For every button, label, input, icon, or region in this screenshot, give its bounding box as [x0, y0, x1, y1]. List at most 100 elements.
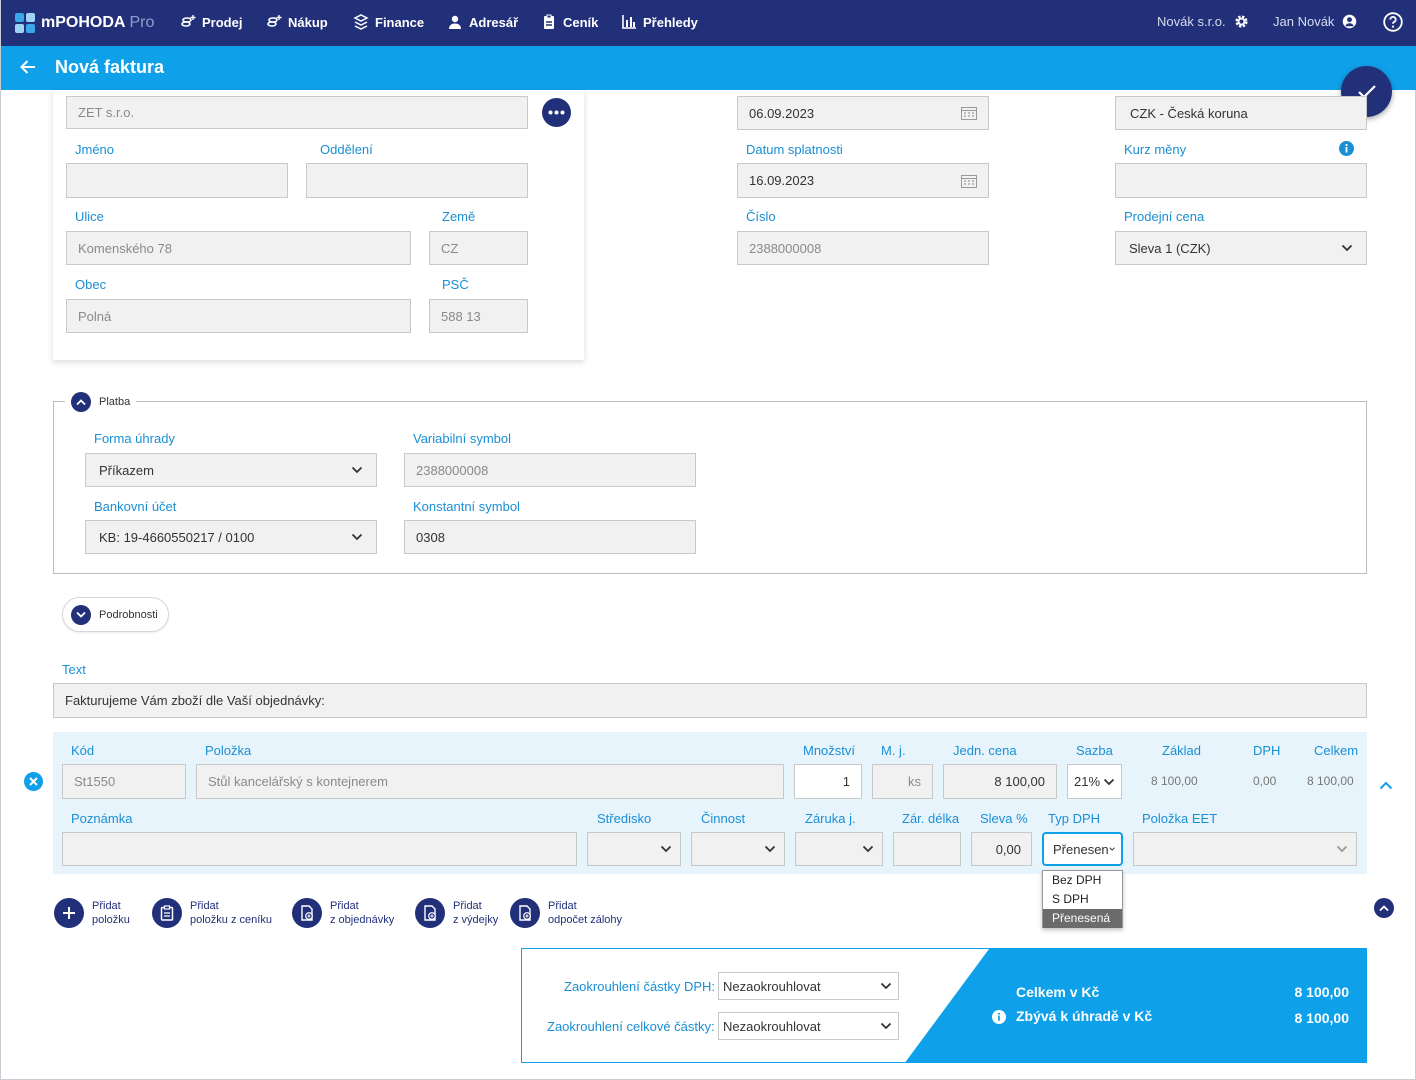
typ-dph-option-selected[interactable]: Přenesená [1043, 909, 1122, 928]
add-from-delivery-button[interactable]: Přidat z výdejky [415, 898, 498, 928]
mnozstvi-field[interactable]: 1 [794, 764, 862, 799]
kurz-field[interactable] [1115, 163, 1367, 198]
cena-label: Prodejní cena [1124, 209, 1205, 224]
celkem-label: Celkem v Kč [1016, 984, 1100, 1000]
podrobnosti-toggle[interactable]: Podrobnosti [62, 597, 169, 632]
forma-value: Příkazem [99, 462, 154, 478]
add-line1: Přidat [190, 900, 219, 912]
obec-field[interactable]: Polná [66, 299, 411, 333]
cislo-field[interactable]: 2388000008 [737, 231, 989, 265]
info-icon[interactable] [992, 1010, 1006, 1027]
document-plus-icon [292, 898, 322, 928]
poznamka-field[interactable] [62, 832, 577, 866]
page-title: Nová faktura [55, 57, 165, 77]
kod-field[interactable]: St1550 [62, 764, 186, 799]
nav-adresar[interactable]: Adresář [447, 14, 518, 30]
psc-label: PSČ [442, 277, 469, 292]
celkem-value: 8 100,00 [1307, 774, 1354, 788]
add-item-button[interactable]: Přidat položku [54, 898, 130, 928]
app-name: mPOHODA [41, 14, 126, 31]
stredisko-select[interactable] [587, 832, 681, 866]
prodejni-cena-select[interactable]: Sleva 1 (CZK) [1115, 231, 1367, 265]
page-header: Nová faktura [1, 46, 1416, 90]
datum-value: 06.09.2023 [749, 105, 815, 121]
rounding-total-select[interactable]: Nezaokrouhlovat [718, 1012, 899, 1040]
mena-field[interactable]: CZK - Česká koruna [1115, 96, 1367, 130]
ucet-label: Bankovní účet [94, 499, 177, 514]
polozka-eet-select[interactable] [1133, 832, 1357, 866]
nav-label: Adresář [469, 14, 519, 30]
chevron-down-icon [1341, 244, 1353, 252]
add-line2: položku z ceníku [190, 914, 272, 926]
sazba-select[interactable]: 21% [1067, 764, 1122, 799]
back-button[interactable] [19, 58, 37, 79]
zar-delka-field[interactable] [893, 832, 961, 866]
logo-icon [15, 13, 35, 33]
help-button[interactable] [1383, 12, 1403, 35]
nav-finance[interactable]: Finance [353, 14, 424, 30]
chevron-down-icon [862, 845, 874, 853]
col-sazba: Sazba [1076, 743, 1113, 758]
col-eet: Položka EET [1142, 811, 1218, 826]
col-zaklad: Základ [1162, 743, 1202, 758]
collapse-item-button[interactable] [1379, 778, 1393, 793]
app-edition: Pro [129, 14, 155, 31]
add-line1: Přidat [453, 900, 482, 912]
totals-background [905, 949, 1366, 1062]
add-from-pricelist-button[interactable]: Přidat položku z ceníku [152, 898, 272, 928]
jmeno-field[interactable] [66, 163, 288, 198]
remove-item-button[interactable] [24, 772, 43, 794]
help-icon [1383, 12, 1403, 32]
psc-field[interactable]: 588 13 [429, 299, 528, 333]
collapse-items-button[interactable] [1374, 898, 1394, 918]
add-advance-deduction-button[interactable]: Přidat odpočet zálohy [510, 898, 622, 928]
cinnost-select[interactable] [691, 832, 785, 866]
datum-field[interactable]: 06.09.2023 [737, 96, 989, 130]
ulice-field[interactable]: Komenského 78 [66, 231, 411, 265]
more-dots-icon [548, 110, 565, 115]
platba-toggle[interactable]: Platba [65, 391, 137, 413]
prodejni-cena-value: Sleva 1 (CZK) [1129, 240, 1211, 256]
vs-field[interactable]: 2388000008 [404, 453, 696, 487]
nav-label: Přehledy [643, 14, 698, 30]
zaklad-value: 8 100,00 [1151, 774, 1198, 788]
user-menu[interactable]: Jan Novák [1273, 14, 1357, 29]
chevron-down-icon [880, 982, 892, 990]
podrobnosti-label: Podrobnosti [99, 608, 158, 621]
col-celkem: Celkem [1314, 743, 1359, 758]
nav-label: Prodej [202, 14, 243, 30]
nav-cenik[interactable]: Ceník [541, 14, 598, 30]
typ-dph-option[interactable]: Bez DPH [1043, 871, 1122, 890]
splatnost-label: Datum splatnosti [746, 142, 843, 157]
forma-uhrady-select[interactable]: Příkazem [85, 453, 377, 487]
typ-dph-option[interactable]: S DPH [1043, 890, 1122, 909]
nav-prehledy[interactable]: Přehledy [621, 14, 698, 30]
mj-field[interactable]: ks [872, 764, 933, 799]
nav-nakup[interactable]: Nákup [266, 14, 328, 30]
oddeleni-field[interactable] [306, 163, 528, 198]
typ-dph-select[interactable]: Přenesen [1042, 832, 1123, 866]
calendar-icon [961, 107, 977, 120]
company-name: Novák s.r.o. [1157, 14, 1226, 29]
splatnost-field[interactable]: 16.09.2023 [737, 163, 989, 198]
col-cena: Jedn. cena [953, 743, 1017, 758]
gear-icon [1235, 15, 1248, 28]
ks-field[interactable]: 0308 [404, 520, 696, 554]
zeme-field[interactable]: CZ [429, 231, 528, 265]
sleva-field[interactable]: 0,00 [971, 832, 1032, 866]
app-logo[interactable]: mPOHODA Pro [15, 12, 154, 34]
polozka-field[interactable]: Stůl kancelářský s kontejnerem [196, 764, 784, 799]
nav-prodej[interactable]: Prodej [180, 14, 242, 30]
info-icon[interactable] [1339, 141, 1354, 159]
partner-company-field[interactable]: ZET s.r.o. [66, 96, 528, 129]
add-from-order-button[interactable]: Přidat z objednávky [292, 898, 394, 928]
col-poznamka: Poznámka [71, 811, 133, 826]
company-switcher[interactable]: Novák s.r.o. [1157, 14, 1249, 29]
jedn-cena-field[interactable]: 8 100,00 [943, 764, 1057, 799]
chevron-down-icon [71, 604, 91, 625]
text-field[interactable]: Fakturujeme Vám zboží dle Vaší objednávk… [53, 683, 1367, 718]
zaruka-select[interactable] [795, 832, 883, 866]
rounding-dph-select[interactable]: Nezaokrouhlovat [718, 972, 899, 1000]
more-button[interactable] [542, 98, 571, 127]
bankovni-ucet-select[interactable]: KB: 19-4660550217 / 0100 [85, 520, 377, 554]
